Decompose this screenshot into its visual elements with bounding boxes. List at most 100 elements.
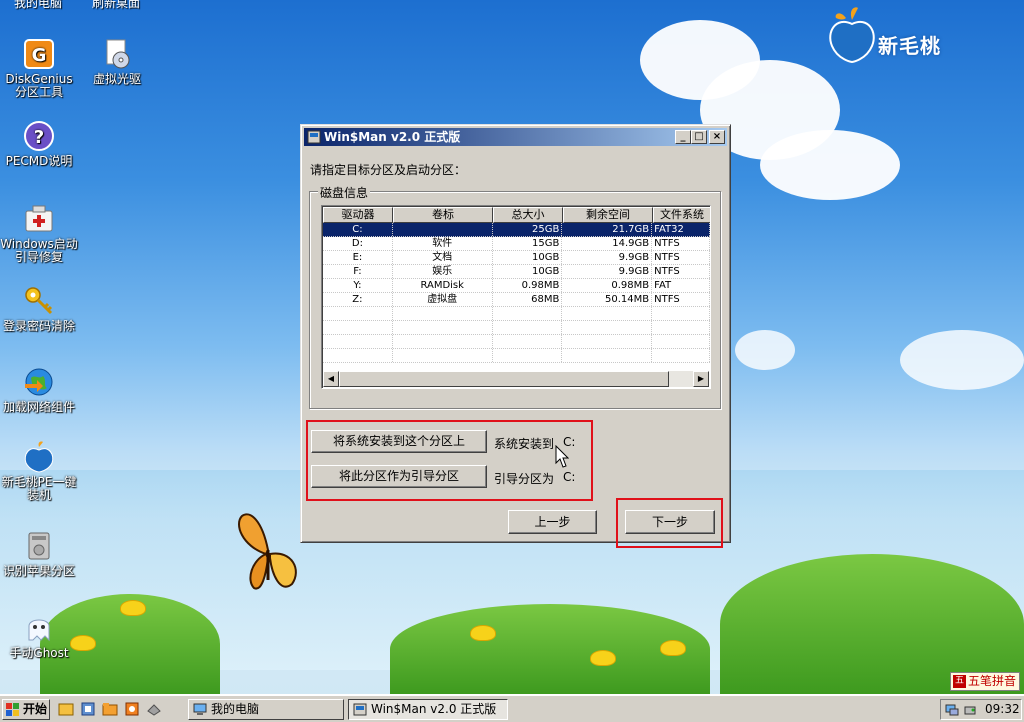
table-row[interactable]: Y: RAMDisk 0.98MB 0.98MB FAT [323, 279, 710, 293]
desktop-icon-label: DiskGenius分区工具 [5, 72, 73, 99]
cloud [900, 330, 1024, 390]
scrollbar-thumb[interactable] [339, 371, 669, 387]
quicklaunch-drive-icon[interactable] [146, 701, 162, 717]
column-header-total[interactable]: 总大小 [493, 207, 563, 223]
scroll-right-button[interactable]: ▶ [693, 371, 709, 387]
desktop-icon-label: PECMD说明 [5, 154, 73, 168]
minimize-button[interactable]: _ [675, 130, 691, 144]
cell-label: RAMDisk [393, 279, 493, 292]
ime-label: 五笔拼音 [968, 674, 1017, 688]
cell-free: 50.14MB [562, 293, 653, 306]
task-label: 我的电脑 [211, 702, 260, 716]
dialog-titlebar[interactable]: Win$Man v2.0 正式版 _ □ × [304, 128, 727, 146]
cell-drive: Z: [323, 293, 393, 306]
desktop-icon-password-clear[interactable]: 登录密码清除 [0, 285, 78, 333]
desktop-icon-peach-install[interactable]: 新毛桃PE一键装机 [0, 441, 78, 502]
table-row[interactable]: F: 娱乐 10GB 9.9GB NTFS [323, 265, 710, 279]
table-row[interactable]: D: 软件 15GB 14.9GB NTFS [323, 237, 710, 251]
column-header-fs[interactable]: 文件系统 [653, 207, 710, 223]
cell-total: 10GB [493, 251, 563, 264]
maximize-button[interactable]: □ [691, 130, 707, 144]
table-row[interactable]: C: 25GB 21.7GB FAT32 [323, 223, 710, 237]
cell-drive: D: [323, 237, 393, 250]
cloud [735, 330, 795, 370]
cell-label: 虚拟盘 [393, 293, 493, 306]
table-row[interactable]: E: 文档 10GB 9.9GB NTFS [323, 251, 710, 265]
desktop-icon-label: 登录密码清除 [2, 319, 75, 333]
flower [470, 625, 496, 641]
column-header-label[interactable]: 卷标 [393, 207, 493, 223]
column-header-drive[interactable]: 驱动器 [323, 207, 393, 223]
cloud [760, 130, 900, 200]
highlight-box-partition-actions [306, 420, 593, 501]
cell-free: 9.9GB [562, 251, 653, 264]
horizontal-scrollbar[interactable]: ◀ ▶ [323, 371, 709, 387]
close-button[interactable]: × [709, 130, 725, 144]
dialog-title: Win$Man v2.0 正式版 [324, 130, 461, 144]
cell-fs: FAT [652, 279, 710, 292]
cell-label: 文档 [393, 251, 493, 264]
dialog-prompt: 请指定目标分区及启动分区： [310, 163, 467, 177]
desktop-icon-pecmd-help[interactable]: ? PECMD说明 [0, 120, 78, 168]
windows-flag-icon [6, 703, 19, 716]
device-tray-icon[interactable] [963, 703, 977, 717]
svg-text:G: G [32, 45, 47, 66]
help-icon: ? [24, 121, 54, 151]
quicklaunch-tool-icon[interactable] [80, 701, 96, 717]
peach-install-icon [24, 441, 54, 473]
task-label: Win$Man v2.0 正式版 [371, 702, 497, 716]
clock[interactable]: 09:32 [985, 700, 1020, 719]
disk-list-body: C: 25GB 21.7GB FAT32 D: 软件 15GB 14.9GB N… [323, 223, 710, 373]
cell-drive: F: [323, 265, 393, 278]
desktop-icon-diskgenius[interactable]: G DiskGenius分区工具 [0, 38, 78, 99]
network-tray-icon[interactable] [945, 703, 959, 717]
task-winsman[interactable]: Win$Man v2.0 正式版 [348, 699, 508, 720]
system-tray: 09:32 [940, 699, 1022, 720]
desktop-partial-label: 刷新桌面 [92, 0, 141, 10]
arrow-left-icon: ◀ [327, 374, 335, 383]
ghost-icon [28, 619, 50, 642]
cell-label [393, 223, 493, 236]
svg-text:?: ? [34, 127, 44, 148]
boot-repair-icon [25, 205, 53, 232]
desktop-icon-label: 识别苹果分区 [2, 564, 75, 578]
ime-indicator[interactable]: 五 五笔拼音 [950, 672, 1020, 691]
cell-total: 10GB [493, 265, 563, 278]
desktop-icon-boot-repair[interactable]: Windows启动引导修复 [0, 203, 78, 264]
cell-drive: C: [323, 223, 393, 236]
quicklaunch-explorer-icon[interactable] [58, 701, 74, 717]
prev-step-button[interactable]: 上一步 [508, 510, 597, 534]
cell-fs: NTFS [652, 237, 710, 250]
computer-icon [193, 703, 207, 715]
desktop-icon-apple-partition[interactable]: 识别苹果分区 [0, 530, 78, 578]
column-header-free[interactable]: 剩余空间 [563, 207, 653, 223]
table-row-empty [323, 321, 710, 335]
quicklaunch-folder-icon[interactable] [102, 701, 118, 717]
brand-name: 新毛桃 [878, 34, 941, 58]
cell-fs: FAT32 [652, 223, 710, 236]
start-button[interactable]: 开始 [2, 699, 50, 720]
highlight-box-next [616, 498, 723, 548]
table-row[interactable]: Z: 虚拟盘 68MB 50.14MB NTFS [323, 293, 710, 307]
flower [590, 650, 616, 666]
disk-info-group-label: 磁盘信息 [318, 184, 371, 201]
desktop-icon-network[interactable]: 加载网络组件 [0, 366, 78, 414]
cell-free: 21.7GB [562, 223, 653, 236]
scroll-left-button[interactable]: ◀ [323, 371, 339, 387]
apple-partition-icon [28, 532, 50, 560]
cell-total: 68MB [493, 293, 563, 306]
flower [660, 640, 686, 656]
cell-label: 娱乐 [393, 265, 493, 278]
task-my-computer[interactable]: 我的电脑 [188, 699, 344, 720]
start-label: 开始 [23, 702, 48, 716]
desktop-icon-manual-ghost[interactable]: 手动Ghost [0, 612, 78, 660]
desktop-icon-virtual-cd[interactable]: 虚拟光驱 [78, 38, 156, 86]
quicklaunch-app-icon[interactable] [124, 701, 140, 717]
brand-logo: 新毛桃 [826, 6, 966, 66]
app-icon [307, 130, 321, 144]
desktop-icon-label: 虚拟光驱 [92, 72, 141, 86]
disk-list[interactable]: 驱动器 卷标 总大小 剩余空间 文件系统 C: 25GB 21.7GB FAT3… [321, 205, 711, 389]
butterfly-icon [238, 513, 297, 590]
table-row-empty [323, 349, 710, 363]
table-row-empty [323, 335, 710, 349]
